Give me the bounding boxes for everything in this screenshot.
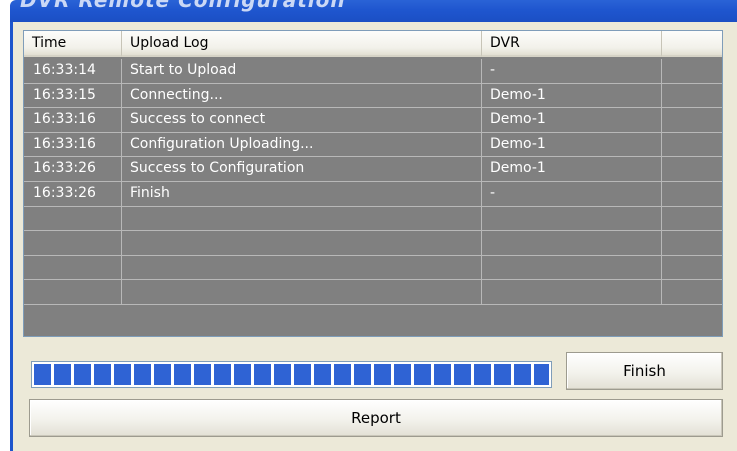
table-row[interactable]: 16:33:26 Finish - [24, 181, 722, 207]
time-cell [24, 231, 122, 255]
extra-cell [662, 157, 722, 181]
table-row[interactable] [24, 255, 722, 281]
extra-cell [662, 280, 722, 304]
dvr-cell [482, 255, 662, 280]
table-row[interactable]: 16:33:26 Success to Configuration Demo-1 [24, 157, 722, 182]
dvr-cell: Demo-1 [482, 108, 662, 132]
dvr-cell: Demo-1 [482, 132, 662, 157]
log-cell [122, 231, 482, 255]
table-row[interactable]: 16:33:15 Connecting... Demo-1 [24, 83, 722, 109]
time-cell [24, 280, 122, 304]
report-button[interactable]: Report [29, 399, 723, 437]
time-cell: 16:33:16 [24, 108, 122, 132]
log-cell: Success to Configuration [122, 157, 482, 181]
progress-fill [34, 364, 549, 385]
time-cell [24, 206, 122, 231]
dvr-cell: - [482, 181, 662, 206]
extra-cell [662, 133, 722, 157]
extra-cell [662, 84, 722, 108]
log-cell: Finish [122, 181, 482, 206]
log-cell [122, 280, 482, 304]
title-bar: DVR Remote Configuration [10, 0, 737, 22]
extra-cell [662, 207, 722, 231]
extra-cell [662, 182, 722, 206]
table-row[interactable] [24, 231, 722, 256]
finish-button[interactable]: Finish [566, 352, 723, 390]
list-body: 16:33:14 Start to Upload -16:33:15 Connecti… [24, 59, 722, 305]
time-cell: 16:33:16 [24, 132, 122, 157]
log-cell: Success to connect [122, 108, 482, 132]
log-cell: Connecting... [122, 83, 482, 108]
log-cell: Start to Upload [122, 59, 482, 83]
extra-cell [662, 108, 722, 132]
table-row[interactable] [24, 206, 722, 232]
log-cell [122, 206, 482, 231]
column-header-time[interactable]: Time [24, 31, 122, 57]
time-cell [24, 255, 122, 280]
extra-cell [662, 59, 722, 83]
dvr-cell [482, 206, 662, 231]
upload-log-list[interactable]: Time Upload Log DVR 16:33:14 Start to Upl… [23, 30, 723, 337]
upload-progress-bar [31, 361, 552, 388]
time-cell: 16:33:14 [24, 59, 122, 83]
log-cell: Configuration Uploading... [122, 132, 482, 157]
time-cell: 16:33:26 [24, 157, 122, 181]
time-cell: 16:33:15 [24, 83, 122, 108]
dvr-cell: Demo-1 [482, 157, 662, 181]
time-cell: 16:33:26 [24, 181, 122, 206]
column-header-upload-log[interactable]: Upload Log [122, 31, 482, 57]
table-row[interactable]: 16:33:16 Success to connect Demo-1 [24, 108, 722, 133]
extra-cell [662, 256, 722, 280]
dvr-cell: Demo-1 [482, 83, 662, 108]
list-header: Time Upload Log DVR [24, 31, 722, 57]
column-header-dvr[interactable]: DVR [482, 31, 662, 57]
extra-cell [662, 231, 722, 255]
window-title: DVR Remote Configuration [20, 0, 346, 12]
table-row[interactable] [24, 280, 722, 305]
dvr-cell: - [482, 59, 662, 83]
column-header-empty[interactable] [662, 31, 722, 57]
dvr-cell [482, 280, 662, 304]
dvr-cell [482, 231, 662, 255]
upload-dialog: DVR Remote Configuration Time Upload Log… [0, 0, 737, 451]
table-row[interactable]: 16:33:16 Configuration Uploading... Demo-1 [24, 132, 722, 158]
table-row[interactable]: 16:33:14 Start to Upload - [24, 59, 722, 84]
log-cell [122, 255, 482, 280]
